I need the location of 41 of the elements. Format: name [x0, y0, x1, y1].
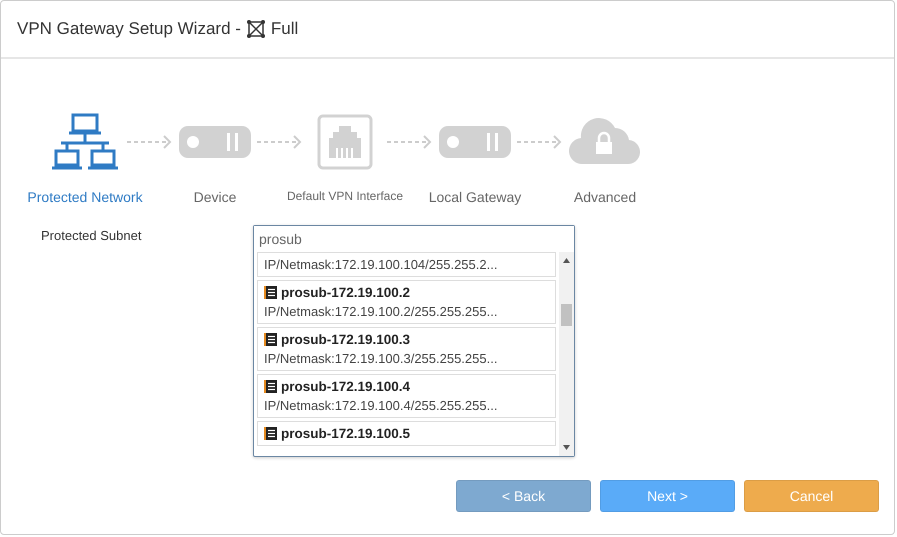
mesh-topology-icon	[246, 20, 265, 38]
subnet-option[interactable]: prosub-172.19.100.2 IP/Netmask:172.19.100.2/255.255.255...	[257, 280, 556, 324]
address-object-icon	[264, 333, 277, 346]
scrollbar[interactable]	[559, 252, 574, 456]
option-name: prosub-172.19.100.4	[264, 379, 549, 394]
dashed-arrow-icon	[257, 135, 303, 149]
search-field: prosub	[254, 226, 574, 252]
dashed-arrow-icon	[387, 135, 433, 149]
option-detail: IP/Netmask:172.19.100.104/255.255.2...	[264, 257, 498, 272]
subnet-select[interactable]	[253, 225, 575, 457]
step-label[interactable]: Default VPN Interface	[286, 189, 404, 203]
mode-label: Full	[270, 19, 298, 39]
scroll-thumb[interactable]	[561, 304, 572, 326]
subnet-option[interactable]: prosub-172.19.100.3 IP/Netmask:172.19.100.3/255.255.255...	[257, 327, 556, 371]
scroll-down-icon[interactable]	[563, 445, 570, 450]
option-name: prosub-172.19.100.5	[264, 426, 549, 441]
step-label[interactable]: Local Gateway	[428, 189, 522, 205]
option-detail: IP/Netmask:172.19.100.2/255.255.255...	[264, 304, 498, 319]
cloud-lock-icon	[569, 118, 641, 166]
dashed-arrow-icon	[127, 135, 173, 149]
option-name: prosub-172.19.100.2	[264, 285, 549, 300]
subnet-option[interactable]: prosub-172.19.100.4 IP/Netmask:172.19.100.4/255.255.255...	[257, 374, 556, 418]
step-label[interactable]: Device	[194, 189, 236, 205]
address-object-icon	[264, 380, 277, 393]
address-object-icon	[264, 427, 277, 440]
server-icon	[439, 126, 511, 158]
option-name: prosub-172.19.100.3	[264, 332, 549, 347]
step-label[interactable]: Advanced	[574, 189, 636, 205]
network-icon	[51, 113, 119, 171]
address-object-icon	[264, 286, 277, 299]
field-label: Protected Subnet	[41, 227, 142, 245]
subnet-option[interactable]: prosub-172.19.100.5	[257, 421, 556, 446]
step-label[interactable]: Protected Network	[27, 189, 143, 205]
window-title: VPN Gateway Setup Wizard -	[17, 19, 241, 39]
scroll-up-icon[interactable]	[563, 258, 570, 263]
server-icon	[179, 126, 251, 158]
dashed-arrow-icon	[517, 135, 563, 149]
option-detail: IP/Netmask:172.19.100.4/255.255.255...	[264, 398, 498, 413]
option-detail: IP/Netmask:172.19.100.3/255.255.255...	[264, 351, 498, 366]
subnet-option[interactable]: IP/Netmask:172.19.100.104/255.255.2...	[257, 252, 556, 277]
ethernet-port-icon	[317, 114, 373, 170]
